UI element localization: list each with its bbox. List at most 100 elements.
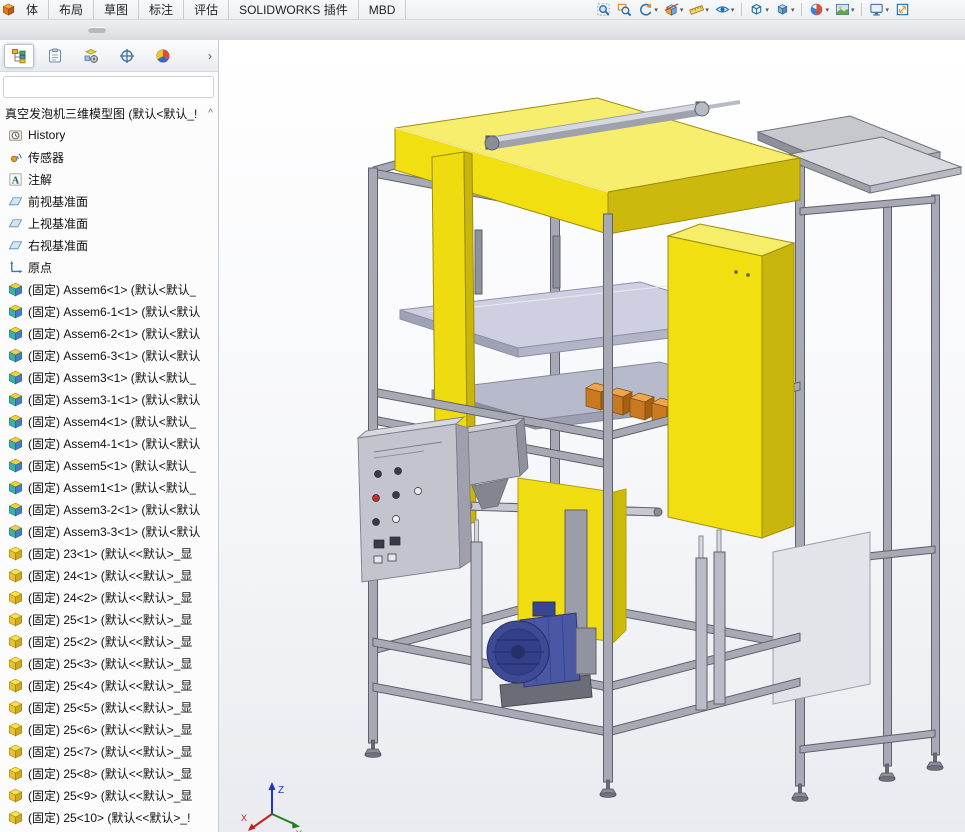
- tree-item[interactable]: (固定) 25<6> (默认<<默认>_显: [0, 718, 218, 740]
- tree-item[interactable]: (固定) 25<8> (默认<<默认>_显: [0, 762, 218, 784]
- tree-item[interactable]: (固定) 23<1> (默认<<默认>_显: [0, 542, 218, 564]
- tree-filter-box[interactable]: [3, 76, 214, 98]
- yellow-cabinet-right[interactable]: [668, 224, 794, 538]
- measure-icon[interactable]: ▾: [686, 1, 712, 19]
- zoom-to-fit-icon[interactable]: [593, 1, 614, 19]
- tree-item[interactable]: (固定) Assem4<1> (默认<默认_: [0, 410, 218, 432]
- menu-tab-5[interactable]: 评估: [184, 0, 229, 19]
- dropdown-arrow-icon[interactable]: ▾: [731, 6, 735, 14]
- orientation-triad: Z X Y: [241, 782, 302, 832]
- toolbar-separator: [801, 3, 802, 16]
- lid-guides[interactable]: [475, 230, 560, 294]
- tree-item[interactable]: (固定) 25<2> (默认<<默认>_显: [0, 630, 218, 652]
- tree-item[interactable]: (固定) Assem3-1<1> (默认<默认: [0, 388, 218, 410]
- viewport[interactable]: Z X Y: [219, 40, 965, 832]
- tree-item[interactable]: (固定) Assem1<1> (默认<默认_: [0, 476, 218, 498]
- menu-tab-1[interactable]: 体: [16, 0, 49, 19]
- frame-post-front-right[interactable]: [604, 214, 613, 782]
- feature-manager-tab[interactable]: [4, 44, 34, 68]
- tree-item[interactable]: (固定) 25<5> (默认<<默认>_显: [0, 696, 218, 718]
- tree-item[interactable]: (固定) Assem6-3<1> (默认<默认: [0, 344, 218, 366]
- origin-icon: [8, 260, 23, 275]
- tree-item[interactable]: (固定) 25<3> (默认<<默认>_显: [0, 652, 218, 674]
- tree-item[interactable]: (固定) 25<10> (默认<<默认>_!: [0, 806, 218, 828]
- tree-item-label: 原点: [28, 259, 52, 276]
- property-manager-tab[interactable]: [40, 44, 70, 68]
- tree-item-label: (固定) Assem6-2<1> (默认<默认: [28, 325, 200, 342]
- tree-item[interactable]: 传感器: [0, 146, 218, 168]
- menu-tab-3[interactable]: 草图: [94, 0, 139, 19]
- tree-item-label: (固定) 25<10> (默认<<默认>_!: [28, 809, 190, 826]
- dropdown-arrow-icon[interactable]: ▾: [791, 6, 795, 14]
- menu-bar: 体布局草图标注评估SOLIDWORKS 插件MBD ▾ ▾ ▾ ▾ ▾ ▾ ▾ ▾ ▾: [0, 0, 965, 20]
- menu-tab-6[interactable]: SOLIDWORKS 插件: [229, 0, 359, 19]
- configuration-manager-tab[interactable]: [76, 44, 106, 68]
- toolbar-drag-handle[interactable]: [88, 27, 106, 33]
- assembly-icon: [8, 282, 23, 297]
- tree-item[interactable]: 右视基准面: [0, 234, 218, 256]
- menu-tabs: 体布局草图标注评估SOLIDWORKS 插件MBD: [16, 0, 406, 19]
- edit-appearance-icon[interactable]: ▾: [806, 1, 832, 19]
- tree-item[interactable]: (固定) 26<1> (默认<<默认>_: [0, 828, 218, 832]
- apply-scene-icon[interactable]: ▾: [832, 1, 858, 19]
- menu-tab-4[interactable]: 标注: [139, 0, 184, 19]
- pneumatic-cylinder-left[interactable]: [471, 520, 482, 700]
- tree-item[interactable]: (固定) Assem3-2<1> (默认<默认: [0, 498, 218, 520]
- rear-door-panel[interactable]: [773, 532, 870, 704]
- hide-show-items-icon[interactable]: ▾: [712, 1, 738, 19]
- expand-panel-button[interactable]: ›: [208, 50, 212, 62]
- tree-item[interactable]: (固定) Assem6-2<1> (默认<默认: [0, 322, 218, 344]
- tree-item[interactable]: (固定) Assem3<1> (默认<默认_: [0, 366, 218, 388]
- view-orientation-icon[interactable]: ▾: [746, 1, 772, 19]
- tree-item[interactable]: (固定) Assem3-3<1> (默认<默认: [0, 520, 218, 542]
- tree-item-label: (固定) 25<9> (默认<<默认>_显: [28, 787, 192, 804]
- control-panel[interactable]: [358, 417, 472, 582]
- dropdown-arrow-icon[interactable]: ▾: [654, 6, 658, 14]
- dropdown-arrow-icon[interactable]: ▾: [705, 6, 709, 14]
- menu-tab-7[interactable]: MBD: [359, 0, 407, 19]
- part-icon: [8, 546, 23, 561]
- zoom-to-area-icon[interactable]: [614, 1, 635, 19]
- dropdown-arrow-icon[interactable]: ▾: [885, 6, 889, 14]
- dimxpert-manager-tab[interactable]: [112, 44, 142, 68]
- menu-tab-2[interactable]: 布局: [49, 0, 94, 19]
- tree-root-row[interactable]: 真空发泡机三维模型图 (默认<默认_! ^: [0, 102, 218, 124]
- machine-3d-model[interactable]: Z X Y: [228, 40, 965, 832]
- dropdown-arrow-icon[interactable]: ▾: [765, 6, 769, 14]
- tree-item[interactable]: A注解: [0, 168, 218, 190]
- tree-item[interactable]: 上视基准面: [0, 212, 218, 234]
- view-toolbar: ▾ ▾ ▾ ▾ ▾ ▾ ▾ ▾ ▾: [593, 0, 965, 19]
- annotation-icon: A: [8, 172, 23, 187]
- leveling-feet[interactable]: [365, 740, 943, 801]
- assembly-icon: [8, 524, 23, 539]
- pneumatic-cylinders-right[interactable]: [696, 530, 725, 710]
- tree-item[interactable]: (固定) 25<9> (默认<<默认>_显: [0, 784, 218, 806]
- dropdown-arrow-icon[interactable]: ▾: [680, 6, 684, 14]
- tree-item[interactable]: (固定) Assem4-1<1> (默认<默认: [0, 432, 218, 454]
- previous-view-icon[interactable]: ▾: [635, 1, 661, 19]
- dropdown-arrow-icon[interactable]: ▾: [851, 6, 855, 14]
- toolbar-separator: [861, 3, 862, 16]
- display-style-icon[interactable]: ▾: [772, 1, 798, 19]
- tree-item[interactable]: 前视基准面: [0, 190, 218, 212]
- tree-item[interactable]: (固定) Assem6<1> (默认<默认_: [0, 278, 218, 300]
- section-view-icon[interactable]: ▾: [661, 1, 687, 19]
- collapse-pane-icon[interactable]: ^: [208, 108, 213, 119]
- display-manager-tab[interactable]: [148, 44, 178, 68]
- fullscreen-icon[interactable]: [892, 1, 913, 19]
- view-settings-icon[interactable]: ▾: [866, 1, 892, 19]
- part-icon: [8, 810, 23, 825]
- tree-item[interactable]: History: [0, 124, 218, 146]
- tree-item[interactable]: (固定) 24<2> (默认<<默认>_显: [0, 586, 218, 608]
- tree-item-label: (固定) Assem3<1> (默认<默认_: [28, 369, 196, 386]
- tree-item[interactable]: (固定) 25<1> (默认<<默认>_显: [0, 608, 218, 630]
- tree-item[interactable]: (固定) 24<1> (默认<<默认>_显: [0, 564, 218, 586]
- tree-item[interactable]: (固定) Assem5<1> (默认<默认_: [0, 454, 218, 476]
- tree-item[interactable]: (固定) Assem6-1<1> (默认<默认: [0, 300, 218, 322]
- tree-item[interactable]: 原点: [0, 256, 218, 278]
- dropdown-arrow-icon[interactable]: ▾: [825, 6, 829, 14]
- tree-item[interactable]: (固定) 25<4> (默认<<默认>_显: [0, 674, 218, 696]
- tree-item[interactable]: (固定) 25<7> (默认<<默认>_显: [0, 740, 218, 762]
- part-icon: [8, 744, 23, 759]
- tree-item-label: (固定) 25<5> (默认<<默认>_显: [28, 699, 192, 716]
